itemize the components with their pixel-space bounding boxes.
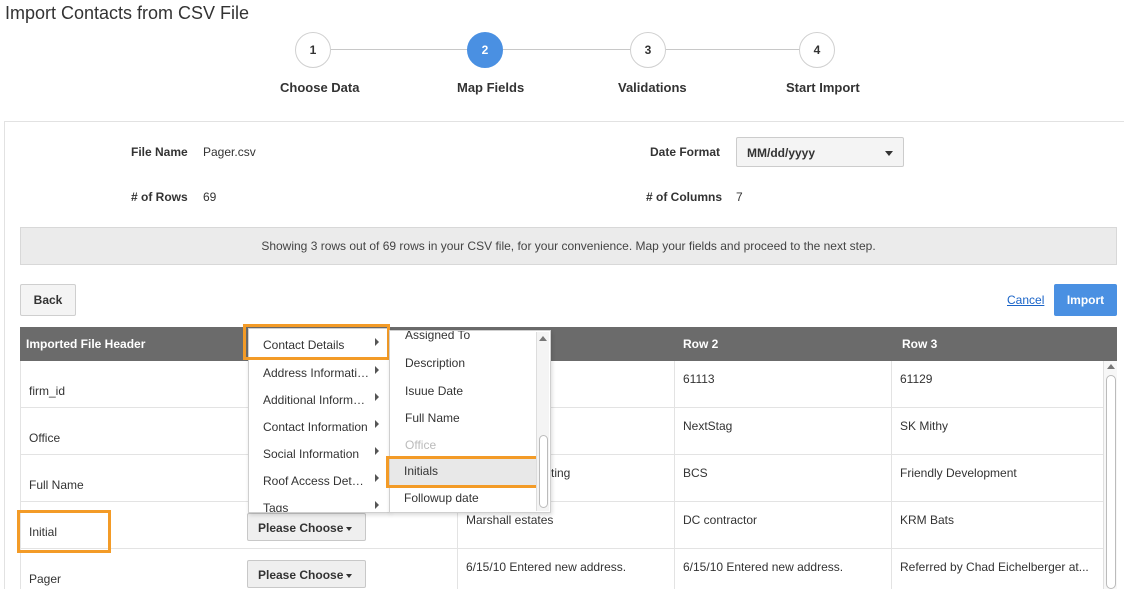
row2-cell: BCS [683, 466, 708, 480]
columns-value: 7 [736, 190, 743, 204]
page-title: Import Contacts from CSV File [5, 3, 250, 23]
rows-label: # of Rows [131, 190, 188, 204]
field-item-office: Office [405, 438, 437, 452]
row3-cell: Referred by Chad Eichelberger at... [900, 560, 1089, 574]
chevron-right-icon [375, 366, 379, 374]
row2-cell: DC contractor [683, 513, 758, 527]
field-item-description[interactable]: Description [405, 356, 535, 370]
row3-cell: 61129 [900, 372, 933, 386]
step-2-number: 2 [481, 43, 489, 57]
back-button[interactable]: Back [20, 284, 76, 316]
date-format-label: Date Format [650, 145, 721, 159]
step-4[interactable]: 4 [799, 32, 835, 68]
step-3-label: Validations [618, 80, 687, 95]
chevron-right-icon [375, 420, 379, 428]
row2-cell: NextStag [683, 419, 733, 433]
field-item-full-name[interactable]: Full Name [405, 411, 535, 425]
caret-down-icon [346, 526, 353, 531]
field-menu-scrollbar[interactable] [536, 332, 549, 511]
file-name-value: Pager.csv [203, 145, 256, 159]
columns-label: # of Columns [646, 190, 723, 204]
row2-cell: 61113 [683, 372, 715, 386]
row1-cell: 6/15/10 Entered new address. [466, 560, 627, 574]
step-3-number: 3 [644, 43, 652, 57]
step-1[interactable]: 1 [295, 32, 331, 68]
stepper-line [666, 49, 800, 50]
please-choose-label: Please Choose [258, 568, 344, 582]
cancel-link[interactable]: Cancel [1007, 293, 1044, 307]
column-divider [891, 361, 892, 589]
row3-cell: Friendly Development [900, 466, 1017, 480]
chevron-right-icon [375, 474, 379, 482]
chevron-right-icon [375, 447, 379, 455]
info-banner: Showing 3 rows out of 69 rows in your CS… [20, 227, 1117, 265]
chevron-down-icon [885, 151, 893, 156]
step-1-label: Choose Data [280, 80, 360, 95]
row1-cell: Marshall estates [466, 513, 554, 527]
stepper-line [331, 49, 468, 50]
caret-down-icon [346, 573, 353, 578]
step-2[interactable]: 2 [467, 32, 503, 68]
please-choose-button[interactable]: Please Choose [247, 513, 366, 541]
table-scroll-thumb[interactable] [1106, 375, 1116, 589]
row-header-cell: Pager [29, 572, 62, 586]
menu-item-roof-access-details[interactable]: Roof Access Det… [263, 474, 375, 488]
initials-highlight [386, 456, 546, 488]
step-1-number: 1 [309, 43, 317, 57]
date-format-select[interactable]: MM/dd/yyyy [736, 137, 904, 167]
initial-highlight [17, 510, 111, 553]
step-2-label: Map Fields [457, 80, 525, 95]
row-header-cell: Full Name [29, 478, 84, 492]
table-header: Imported File Header Row 2 Row 3 [20, 327, 1117, 361]
chevron-right-icon [375, 501, 379, 509]
menu-item-address-information[interactable]: Address Informati… [263, 366, 375, 380]
scroll-up-icon[interactable] [1107, 364, 1115, 369]
row-header-cell: Office [29, 431, 61, 445]
contact-details-highlight [243, 324, 390, 360]
rows-value: 69 [203, 190, 217, 204]
file-name-label: File Name [131, 145, 188, 159]
menu-item-social-information[interactable]: Social Information [263, 447, 375, 461]
field-item-followup-date[interactable]: Followup date [404, 491, 516, 505]
info-banner-text: Showing 3 rows out of 69 rows in your CS… [261, 239, 876, 253]
step-4-number: 4 [813, 43, 821, 57]
table-scrollbar[interactable] [1103, 361, 1117, 589]
please-choose-button[interactable]: Please Choose [247, 560, 366, 588]
field-item-issue-date[interactable]: Isuue Date [405, 384, 535, 398]
field-menu-scroll-thumb[interactable] [539, 435, 548, 508]
menu-item-contact-information[interactable]: Contact Information [263, 420, 375, 434]
row1-cell: ting [551, 466, 571, 480]
row2-cell: 6/15/10 Entered new address. [683, 560, 844, 574]
header-row-3: Row 3 [902, 337, 938, 351]
menu-item-additional-information[interactable]: Additional Inform… [263, 393, 375, 407]
row-header-cell: firm_id [29, 384, 66, 398]
please-choose-label: Please Choose [258, 521, 344, 535]
column-divider [674, 361, 675, 589]
date-format-value: MM/dd/yyyy [747, 146, 816, 160]
header-imported-file: Imported File Header [26, 337, 146, 351]
row3-cell: KRM Bats [900, 513, 955, 527]
row3-cell: SK Mithy [900, 419, 949, 433]
field-item-assigned-to[interactable]: Assigned To [405, 331, 535, 342]
stepper-line [503, 49, 630, 50]
chevron-right-icon [375, 393, 379, 401]
import-button[interactable]: Import [1054, 284, 1117, 316]
step-3[interactable]: 3 [630, 32, 666, 68]
scroll-up-icon[interactable] [539, 336, 547, 341]
header-row-2: Row 2 [683, 337, 719, 351]
menu-item-tags[interactable]: Tags [263, 501, 375, 512]
step-4-label: Start Import [786, 80, 860, 95]
